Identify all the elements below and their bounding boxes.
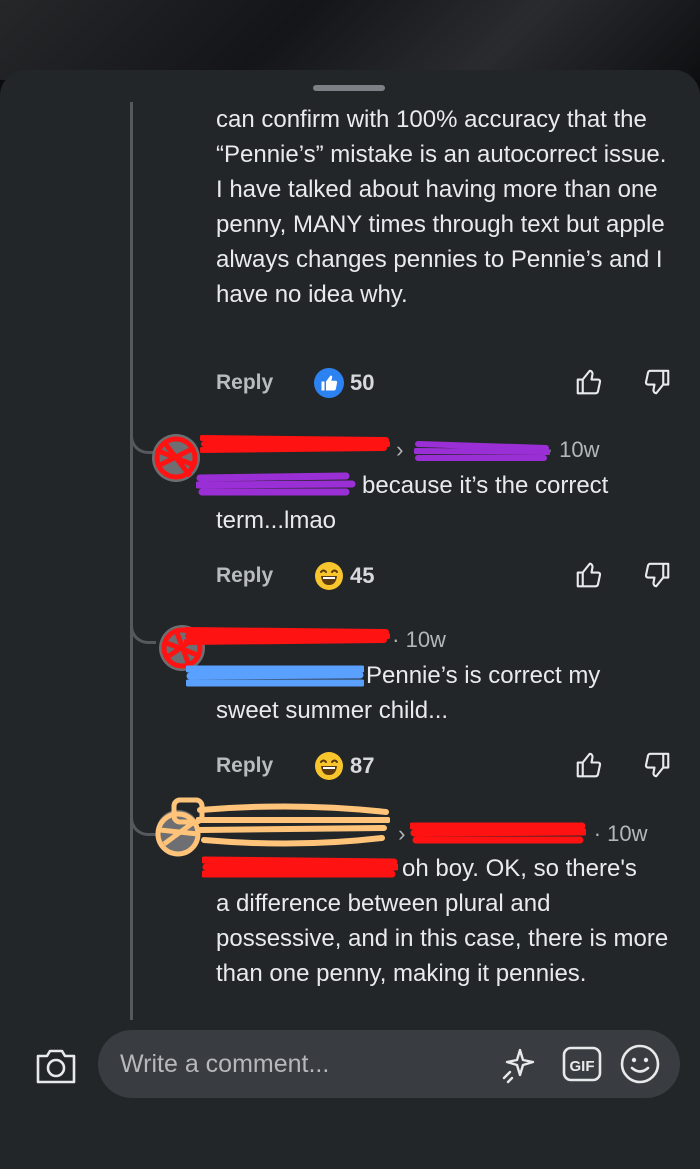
comment-body: sweet summer child... <box>216 697 449 724</box>
redaction-scribble <box>200 435 390 453</box>
comment-input-placeholder: Write a comment... <box>120 1050 330 1078</box>
gif-label: GIF <box>570 1058 595 1075</box>
laughing-emoji <box>315 562 343 590</box>
thread-connector <box>130 616 156 644</box>
sparkle-icon[interactable] <box>498 1044 540 1086</box>
redaction-scribble <box>196 803 390 847</box>
comment-actions: Reply 45 <box>216 558 678 594</box>
redaction-scribble <box>414 441 550 461</box>
background-photo <box>0 0 700 80</box>
like-icon <box>314 368 344 398</box>
chevron-right-icon: › <box>398 821 406 846</box>
reaction-count: 45 <box>350 563 375 588</box>
reply-button[interactable]: Reply <box>216 748 273 784</box>
reaction-count: 50 <box>350 370 375 395</box>
comment-body: oh boy. OK, so there's <box>402 855 637 882</box>
thumb-up-icon[interactable] <box>574 367 604 397</box>
comments-sheet: can confirm with 100% accuracy that the … <box>0 70 700 1169</box>
reaction-summary[interactable]: 45 <box>314 558 374 594</box>
thread-line <box>130 102 133 1020</box>
reaction-summary[interactable]: 87 <box>314 748 374 784</box>
comment-composer: Write a comment... GIF <box>0 1020 700 1169</box>
camera-icon[interactable] <box>34 1046 78 1086</box>
thumb-down-icon[interactable] <box>642 367 672 397</box>
comment-actions: Reply 50 <box>216 365 678 401</box>
comment-actions: Reply 87 <box>216 748 678 784</box>
reply-button[interactable]: Reply <box>216 365 273 401</box>
comment-time: · 10w <box>392 627 446 652</box>
comment-time: · 10w <box>545 437 600 462</box>
thumb-down-icon[interactable] <box>642 560 672 590</box>
comment-body: Pennie’s is correct my <box>366 662 601 689</box>
reaction-summary[interactable]: 50 <box>314 365 374 401</box>
comment-time: · 10w <box>593 821 648 846</box>
sheet-grabber[interactable] <box>313 85 385 91</box>
thumb-up-icon[interactable] <box>574 560 604 590</box>
comment-body: can confirm with 100% accuracy that the … <box>216 106 667 308</box>
comment-body: term...lmao <box>216 507 337 534</box>
thumb-up-icon[interactable] <box>574 750 604 780</box>
reaction-count: 87 <box>350 753 375 778</box>
thumb-down-icon[interactable] <box>642 750 672 780</box>
comment-input[interactable]: Write a comment... GIF <box>98 1030 680 1098</box>
redaction-scribble <box>410 822 586 844</box>
gif-icon[interactable]: GIF <box>562 1046 602 1082</box>
comment-body: because it’s the correct <box>362 472 609 499</box>
avatar[interactable] <box>150 432 202 484</box>
laughing-emoji <box>315 752 343 780</box>
redaction-scribble <box>184 627 390 645</box>
emoji-icon[interactable] <box>618 1042 662 1086</box>
comment-body: a difference between plural and possessi… <box>216 890 669 987</box>
chevron-right-icon: › <box>396 437 404 462</box>
reply-button[interactable]: Reply <box>216 558 273 594</box>
